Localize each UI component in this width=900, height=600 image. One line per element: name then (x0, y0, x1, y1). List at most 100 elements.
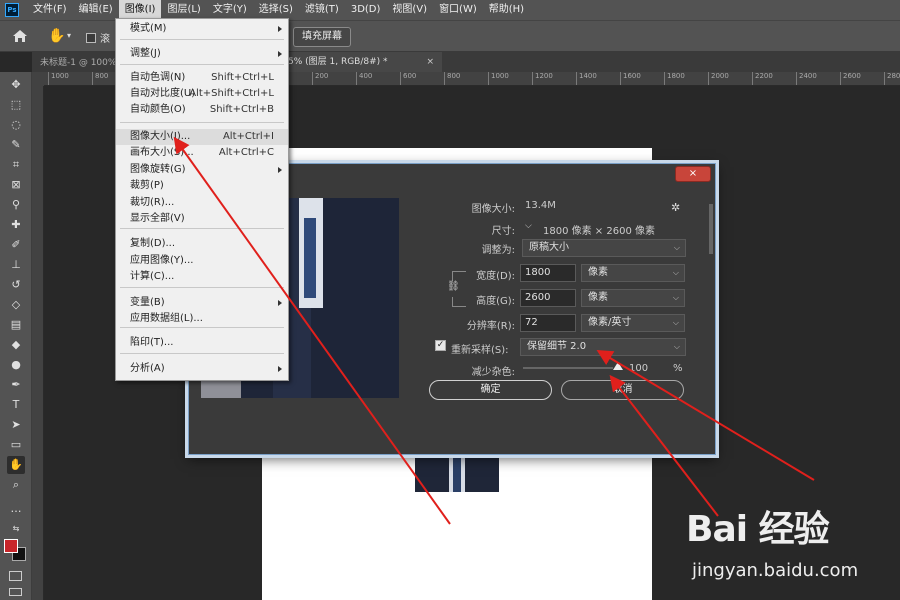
hand-tool-icon[interactable]: ✋ (7, 456, 25, 474)
menu-item-label: 应用图像(Y)... (130, 255, 194, 266)
ruler-tick-label: 800 (92, 72, 108, 85)
menu-select[interactable]: 选择(S) (253, 0, 299, 20)
submenu-arrow-icon (278, 167, 282, 173)
menu-item-label: 图像旋转(G) (130, 164, 186, 175)
menu-image[interactable]: 图像(I) (118, 0, 162, 20)
image-menu-item[interactable]: 分析(A) (116, 361, 288, 377)
image-menu-item[interactable]: 自动色调(N) Shift+Ctrl+L (116, 70, 288, 86)
healing-brush-icon[interactable]: ✚ (7, 216, 25, 234)
frame-tool-icon[interactable]: ⊠ (7, 176, 25, 194)
lasso-tool-icon[interactable]: ◌ (7, 116, 25, 134)
reduce-noise-value[interactable]: 100 (629, 363, 648, 374)
fill-screen-button[interactable]: 填充屏幕 (293, 27, 351, 47)
crop-tool-icon[interactable]: ⌗ (7, 156, 25, 174)
ok-button[interactable]: 确定 (429, 380, 552, 400)
more-tools-icon[interactable]: … (7, 500, 25, 518)
menu-separator (120, 327, 284, 328)
dialog-close-button[interactable]: × (675, 166, 711, 182)
menu-file[interactable]: 文件(F) (27, 0, 73, 20)
resample-checkbox[interactable]: ✓ (435, 340, 446, 351)
home-icon[interactable] (12, 29, 28, 43)
scroll-all-windows-checkbox[interactable] (86, 33, 96, 43)
image-menu-item[interactable]: 变量(B) (116, 295, 288, 311)
dodge-tool-icon[interactable]: ● (7, 356, 25, 374)
eraser-tool-icon[interactable]: ◇ (7, 296, 25, 314)
document-photo (415, 452, 499, 492)
image-menu-item[interactable]: 陷印(T)... (116, 335, 288, 351)
resolution-unit-value: 像素/英寸 (588, 317, 632, 328)
close-tab-icon[interactable]: × (426, 52, 434, 72)
image-menu-item[interactable]: 图像大小(I)... Alt+Ctrl+I (116, 129, 288, 145)
image-menu-item[interactable]: 显示全部(V) (116, 211, 288, 227)
height-unit-select[interactable]: 像素 ⌵ (581, 289, 685, 307)
blur-tool-icon[interactable]: ◆ (7, 336, 25, 354)
tab-active-document[interactable]: 5% (图层 1, RGB/8#) * × (282, 52, 442, 72)
image-menu-item[interactable]: 自动颜色(O) Shift+Ctrl+B (116, 102, 288, 118)
image-menu-item[interactable]: 复制(D)... (116, 236, 288, 252)
menu-item-label: 陷印(T)... (130, 337, 174, 348)
image-menu-item[interactable]: 裁剪(P) (116, 178, 288, 194)
screen-mode-icon[interactable] (9, 588, 22, 596)
menu-help[interactable]: 帮助(H) (483, 0, 530, 20)
height-label: 高度(G): (476, 296, 515, 307)
resolution-unit-select[interactable]: 像素/英寸 ⌵ (581, 314, 685, 332)
rectangle-tool-icon[interactable]: ▭ (7, 436, 25, 454)
pen-tool-icon[interactable]: ✒ (7, 376, 25, 394)
cancel-button[interactable]: 取消 (561, 380, 684, 400)
image-menu-item[interactable]: 裁切(R)... (116, 195, 288, 211)
gear-icon[interactable]: ✲ (671, 201, 680, 214)
tab-untitled[interactable]: 未标题-1 @ 100% (40, 55, 116, 68)
stamp-tool-icon[interactable]: ⊥ (7, 256, 25, 274)
magic-wand-icon[interactable]: ✎ (7, 136, 25, 154)
menu-type[interactable]: 文字(Y) (207, 0, 253, 20)
link-icon[interactable]: ⛓ (447, 281, 460, 297)
foreground-color-swatch[interactable] (4, 539, 18, 553)
image-menu-item[interactable]: 计算(C)... (116, 269, 288, 285)
chevron-down-icon[interactable]: ▾ (67, 31, 71, 40)
height-input[interactable]: 2600 (520, 289, 576, 307)
marquee-tool-icon[interactable]: ⬚ (7, 96, 25, 114)
eyedropper-icon[interactable]: ⚲ (7, 196, 25, 214)
image-menu-item[interactable]: 模式(M) (116, 21, 288, 37)
reduce-noise-label: 减少杂色: (471, 367, 515, 378)
swap-colors-icon[interactable]: ⇆ (7, 520, 25, 538)
fit-to-select[interactable]: 原稿大小 ⌵ (522, 239, 686, 257)
menu-edit[interactable]: 编辑(E) (73, 0, 119, 20)
menu-filter[interactable]: 滤镜(T) (299, 0, 345, 20)
image-menu-item[interactable]: 自动对比度(U) Alt+Shift+Ctrl+L (116, 86, 288, 102)
dimensions-chevron-icon[interactable]: ⌵ (525, 221, 532, 231)
ruler-tick-label: 1800 (664, 72, 685, 85)
chevron-down-icon: ⌵ (672, 293, 679, 302)
menu-separator (120, 64, 284, 65)
menu-item-shortcut: Alt+Shift+Ctrl+L (189, 88, 274, 99)
width-unit-select[interactable]: 像素 ⌵ (581, 264, 685, 282)
ruler-tick-label: 1000 (48, 72, 69, 85)
quick-mask-icon[interactable] (9, 571, 22, 581)
reduce-noise-slider[interactable] (523, 367, 613, 369)
brush-tool-icon[interactable]: ✐ (7, 236, 25, 254)
type-tool-icon[interactable]: T (7, 396, 25, 414)
width-input[interactable]: 1800 (520, 264, 576, 282)
menu-view[interactable]: 视图(V) (386, 0, 433, 20)
hand-tool-preset-icon[interactable]: ✋ (48, 28, 66, 46)
menu-window[interactable]: 窗口(W) (433, 0, 483, 20)
reduce-noise-slider-thumb[interactable] (613, 362, 623, 370)
scroll-all-windows-label: 滚 (100, 34, 110, 45)
resample-select[interactable]: 保留细节 2.0 ⌵ (520, 338, 686, 356)
image-menu-item[interactable]: 调整(J) (116, 46, 288, 62)
gradient-tool-icon[interactable]: ▤ (7, 316, 25, 334)
menu-bar: Ps 文件(F) 编辑(E) 图像(I) 图层(L) 文字(Y) 选择(S) 滤… (0, 0, 900, 20)
menu-3d[interactable]: 3D(D) (345, 0, 387, 20)
image-menu-item[interactable]: 图像旋转(G) (116, 162, 288, 178)
resolution-input[interactable]: 72 (520, 314, 576, 332)
image-menu-item[interactable]: 应用图像(Y)... (116, 253, 288, 269)
image-menu-item[interactable]: 画布大小(S)... Alt+Ctrl+C (116, 145, 288, 161)
menu-layer[interactable]: 图层(L) (161, 0, 206, 20)
image-menu-item[interactable]: 应用数据组(L)... (116, 311, 288, 327)
path-selection-icon[interactable]: ➤ (7, 416, 25, 434)
move-tool-icon[interactable]: ✥ (7, 76, 25, 94)
zoom-tool-icon[interactable]: ⌕ (7, 476, 25, 494)
menu-item-label: 自动颜色(O) (130, 104, 186, 115)
menu-separator (120, 287, 284, 288)
history-brush-icon[interactable]: ↺ (7, 276, 25, 294)
